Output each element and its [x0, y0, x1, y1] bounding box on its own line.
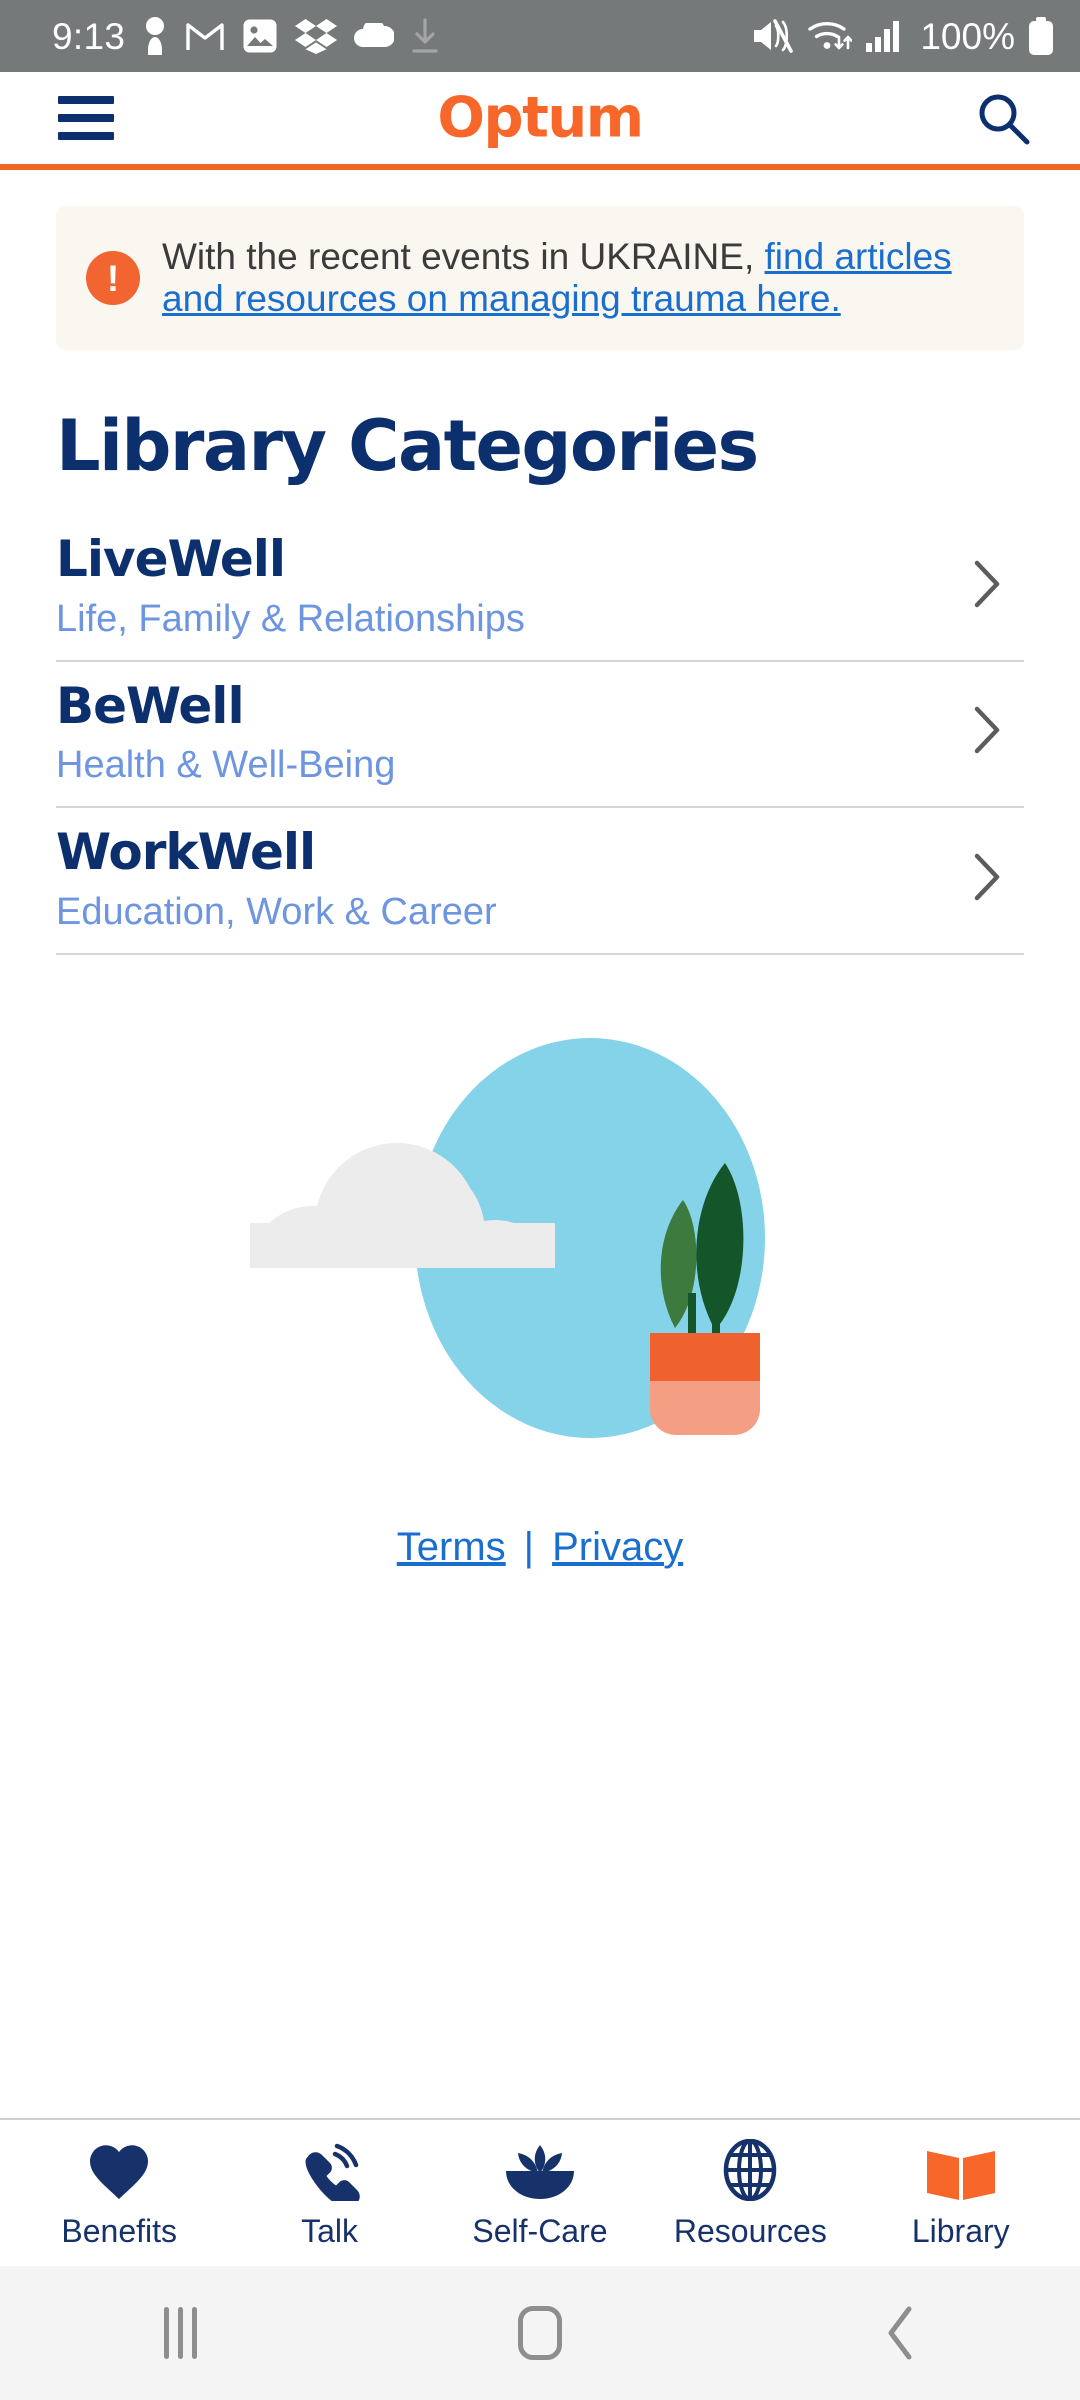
category-subtitle: Education, Work & Career	[56, 890, 497, 933]
search-icon[interactable]	[972, 87, 1034, 149]
battery-icon	[1029, 17, 1053, 55]
pot-top	[650, 1332, 760, 1381]
page-content: ! With the recent events in UKRAINE, fin…	[0, 170, 1080, 2118]
footer-links: Terms | Privacy	[0, 1525, 1080, 1594]
optum-logo: Optum	[437, 85, 644, 151]
exclamation-glyph: !	[106, 257, 120, 299]
hamburger-menu-icon[interactable]	[58, 96, 114, 140]
battery-percent-label: 100%	[920, 15, 1015, 57]
cellular-signal-icon	[866, 21, 900, 52]
footer-separator: |	[523, 1524, 535, 1569]
lotus-flower-icon	[504, 2139, 576, 2201]
terms-link[interactable]: Terms	[397, 1525, 506, 1570]
chevron-right-icon[interactable]	[972, 852, 1012, 907]
category-texts: WorkWell Education, Work & Career	[56, 826, 497, 932]
status-bar-left: 9:13	[52, 16, 439, 56]
chevron-right-icon[interactable]	[972, 705, 1012, 760]
tab-label: Self-Care	[472, 2213, 608, 2249]
gmail-icon	[186, 23, 224, 50]
tab-label: Resources	[673, 2213, 827, 2249]
open-book-icon	[925, 2139, 997, 2201]
phone-call-icon	[299, 2139, 361, 2201]
tab-benefits[interactable]: Benefits	[19, 2139, 219, 2247]
library-category-list: LiveWell Life, Family & Relationships Be…	[56, 515, 1024, 955]
tab-talk[interactable]: Talk	[230, 2139, 430, 2247]
category-texts: BeWell Health & Well-Being	[56, 680, 395, 786]
category-row-livewell[interactable]: LiveWell Life, Family & Relationships	[56, 515, 1024, 662]
category-subtitle: Life, Family & Relationships	[56, 597, 525, 640]
category-texts: LiveWell Life, Family & Relationships	[56, 533, 525, 639]
alert-message: With the recent events in UKRAINE,	[162, 236, 755, 277]
chevron-right-icon[interactable]	[972, 559, 1012, 614]
heart-icon	[88, 2139, 150, 2201]
download-icon	[412, 18, 438, 53]
cloud-icon	[354, 23, 395, 47]
category-row-bewell[interactable]: BeWell Health & Well-Being	[56, 662, 1024, 809]
wifi-icon	[808, 22, 853, 50]
page-title: Library Categories	[56, 405, 759, 488]
tab-resources[interactable]: Resources	[650, 2139, 850, 2247]
app-header: Optum	[0, 72, 1080, 170]
globe-icon	[722, 2139, 778, 2201]
tab-self-care[interactable]: Self-Care	[440, 2139, 640, 2247]
system-navigation-bar	[0, 2266, 1080, 2400]
dropbox-icon	[295, 19, 338, 54]
cloud-plant-illustration	[250, 1037, 765, 1438]
home-icon[interactable]	[465, 2283, 615, 2383]
tab-library[interactable]: Library	[861, 2139, 1061, 2247]
tab-label: Benefits	[61, 2213, 177, 2249]
pot-bottom	[650, 1380, 760, 1435]
recents-icon[interactable]	[105, 2283, 255, 2383]
illustration-container	[0, 1023, 1080, 1453]
person-keyhole-icon	[146, 17, 165, 55]
status-bar: 9:13 100%	[0, 0, 1080, 72]
alert-exclamation-icon: !	[86, 251, 140, 306]
phone-screen: 9:13 100% Optum ! With the recent events…	[0, 0, 1080, 2400]
status-bar-right: 100%	[751, 17, 1054, 55]
ukraine-alert-banner[interactable]: ! With the recent events in UKRAINE, fin…	[56, 206, 1024, 351]
category-subtitle: Health & Well-Being	[56, 744, 396, 787]
mute-volume-icon	[754, 19, 794, 53]
category-row-workwell[interactable]: WorkWell Education, Work & Career	[56, 808, 1024, 955]
category-name: BeWell	[56, 676, 245, 735]
tab-label: Talk	[301, 2213, 359, 2249]
category-name: WorkWell	[56, 823, 316, 882]
status-clock: 9:13	[52, 15, 126, 57]
alert-text: With the recent events in UKRAINE, find …	[162, 236, 990, 320]
back-icon[interactable]	[825, 2283, 975, 2383]
privacy-link[interactable]: Privacy	[552, 1525, 683, 1570]
photos-image-icon	[243, 19, 277, 53]
bottom-tab-bar: Benefits Talk Self-Care Resources Librar…	[0, 2118, 1080, 2266]
tab-label: Library	[911, 2213, 1010, 2249]
category-name: LiveWell	[56, 530, 286, 589]
